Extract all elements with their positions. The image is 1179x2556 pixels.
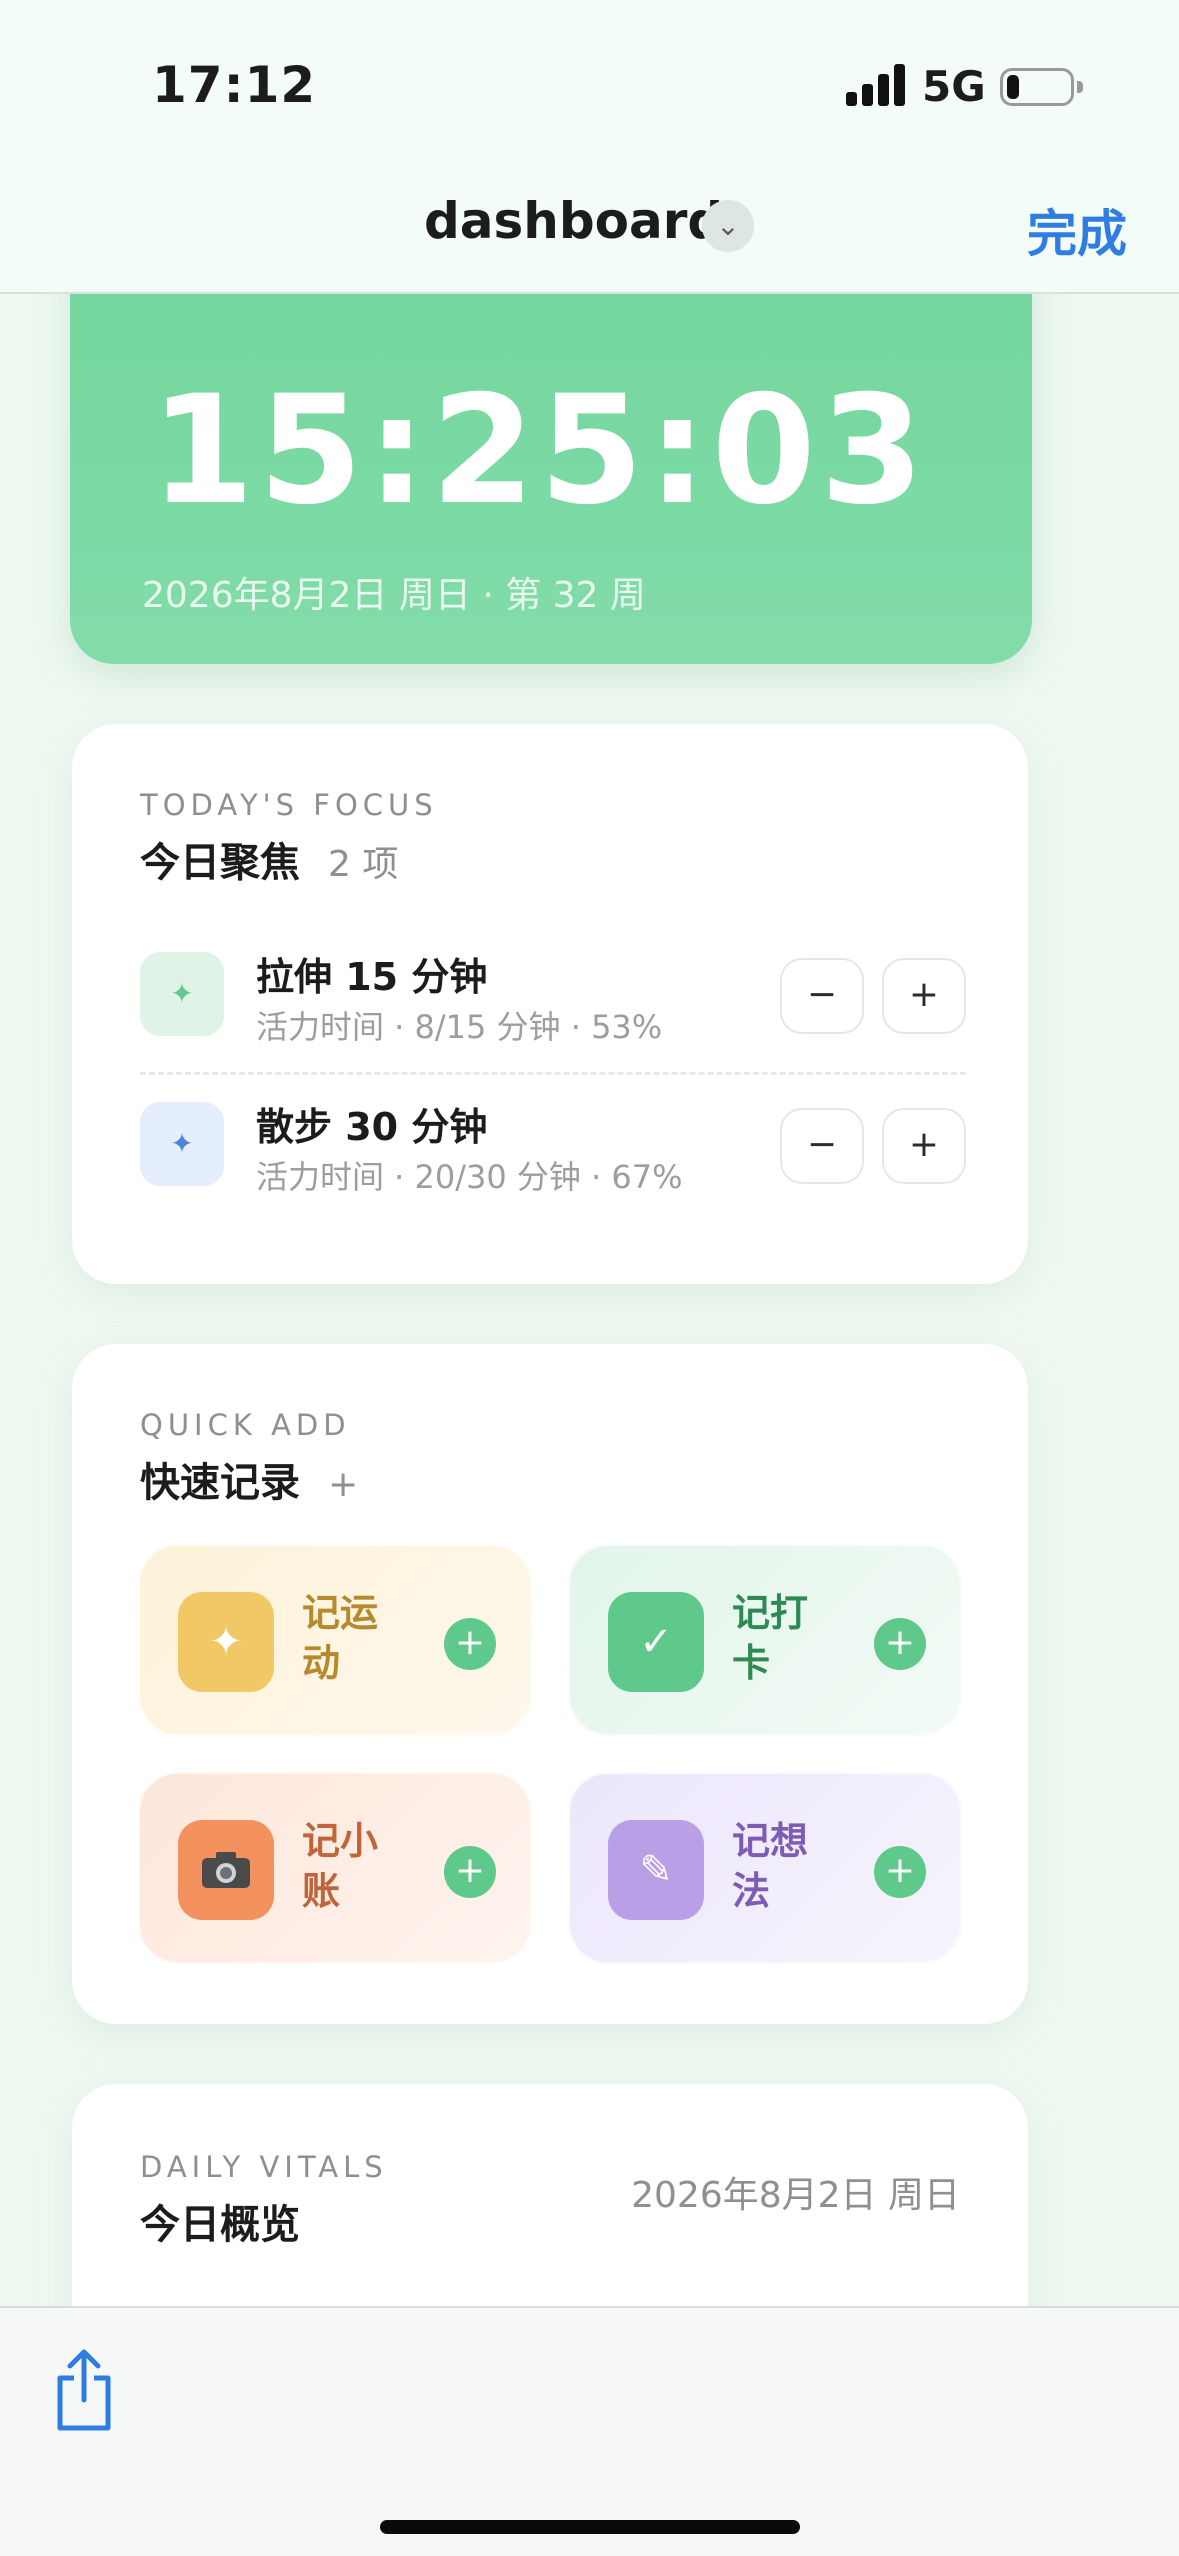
vitals-card: DAILY VITALS 今日概览 2026年8月2日 周日	[72, 2084, 1028, 2308]
quick-add-expense-button[interactable]: 记小账 +	[138, 1772, 532, 1964]
quick-add-eyebrow: QUICK ADD	[140, 1408, 351, 1442]
home-indicator[interactable]	[380, 2520, 800, 2534]
done-button[interactable]: 完成	[1027, 194, 1127, 266]
quick-add-title-text: 快速记录	[140, 1460, 300, 1506]
clock-date: 2026年8月2日 周日 · 第 32 周	[142, 575, 646, 616]
list-item[interactable]: ✦ 拉伸 15 分钟 活力时间 · 8/15 分钟 · 53% − +	[140, 934, 966, 1046]
vitals-date: 2026年8月2日 周日	[631, 2175, 960, 2216]
add-icon[interactable]: +	[444, 1618, 496, 1670]
nav-bar: dashboard ⌄ 完成	[0, 170, 1179, 294]
vitals-eyebrow: DAILY VITALS	[140, 2150, 388, 2184]
quick-add-card: QUICK ADD 快速记录 + ✦ 记运动 + ✓ 记打卡 + 记小账 + ✎…	[72, 1344, 1028, 2024]
focus-count: 2 项	[328, 844, 399, 885]
focus-item-name: 拉伸 15 分钟	[256, 955, 488, 999]
tile-label: 记想法	[732, 1819, 809, 1913]
focus-item-name: 散步 30 分钟	[256, 1105, 488, 1149]
check-icon: ✓	[608, 1592, 704, 1692]
quick-add-title: 快速记录 +	[140, 1450, 358, 1508]
focus-title-text: 今日聚焦	[140, 840, 300, 886]
share-icon[interactable]	[52, 2348, 116, 2432]
bottom-toolbar	[0, 2306, 1179, 2556]
decrement-button[interactable]: −	[780, 1108, 864, 1184]
focus-eyebrow: TODAY'S FOCUS	[140, 788, 438, 822]
increment-button[interactable]: +	[882, 1108, 966, 1184]
quick-add-checkin-button[interactable]: ✓ 记打卡 +	[568, 1544, 962, 1736]
tile-label: 记运动	[302, 1591, 379, 1685]
clock-widget: 15:25:03 2026年8月2日 周日 · 第 32 周	[70, 294, 1032, 664]
list-item[interactable]: ✦ 散步 30 分钟 活力时间 · 20/30 分钟 · 67% − +	[140, 1084, 966, 1196]
divider	[140, 1072, 966, 1075]
chevron-down-icon[interactable]: ⌄	[702, 200, 754, 252]
signal-icon	[846, 64, 906, 106]
page-title[interactable]: dashboard	[424, 192, 723, 250]
pencil-icon: ✎	[608, 1820, 704, 1920]
battery-icon	[1000, 68, 1083, 106]
tile-label: 记打卡	[732, 1591, 809, 1685]
quick-add-plus-icon[interactable]: +	[328, 1464, 358, 1505]
sparkle-icon: ✦	[140, 1102, 224, 1186]
focus-item-meta: 活力时间 · 8/15 分钟 · 53%	[256, 1008, 663, 1046]
quick-add-exercise-button[interactable]: ✦ 记运动 +	[138, 1544, 532, 1736]
dashboard-content[interactable]: 15:25:03 2026年8月2日 周日 · 第 32 周 TODAY'S F…	[0, 294, 1179, 2308]
clock-time: 15:25:03	[150, 364, 929, 538]
focus-card: TODAY'S FOCUS 今日聚焦 2 项 ✦ 拉伸 15 分钟 活力时间 · …	[72, 724, 1028, 1284]
status-bar: 17:12 5G	[0, 0, 1179, 170]
focus-title: 今日聚焦 2 项	[140, 830, 398, 888]
tile-label: 记小账	[302, 1819, 379, 1913]
sparkle-icon: ✦	[140, 952, 224, 1036]
camera-icon	[178, 1820, 274, 1920]
increment-button[interactable]: +	[882, 958, 966, 1034]
focus-item-meta: 活力时间 · 20/30 分钟 · 67%	[256, 1158, 683, 1196]
add-icon[interactable]: +	[444, 1846, 496, 1898]
decrement-button[interactable]: −	[780, 958, 864, 1034]
vitals-title: 今日概览	[140, 2202, 300, 2248]
sparkle-icon: ✦	[178, 1592, 274, 1692]
add-icon[interactable]: +	[874, 1846, 926, 1898]
add-icon[interactable]: +	[874, 1618, 926, 1670]
network-label: 5G	[922, 62, 986, 111]
status-time: 17:12	[152, 56, 317, 114]
quick-add-idea-button[interactable]: ✎ 记想法 +	[568, 1772, 962, 1964]
